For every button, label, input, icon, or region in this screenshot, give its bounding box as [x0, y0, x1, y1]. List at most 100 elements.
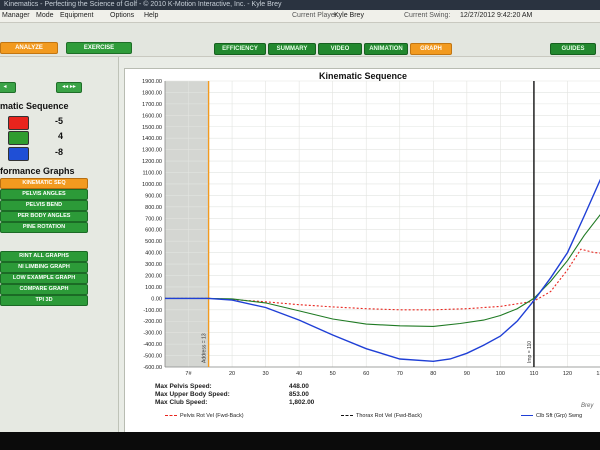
example-graph-button[interactable]: LOW EXAMPLE GRAPH: [0, 273, 88, 284]
y-tick-label: -500.00: [143, 354, 162, 360]
y-tick-label: -300.00: [143, 331, 162, 337]
y-tick-label: 300.00: [145, 262, 162, 268]
stat-value: 1,802.00: [289, 399, 315, 406]
current-player-label: Current Player:: [292, 12, 340, 19]
print-all-graphs-button[interactable]: RINT ALL GRAPHS: [0, 251, 88, 262]
club-sequence-value: -8: [55, 147, 64, 157]
chart-legend: Pelvis Rot Vel (Fwd-Back) Thorax Rot Vel…: [165, 413, 600, 423]
current-player-value: Kyle Brey: [334, 12, 364, 19]
tab-animation[interactable]: ANIMATION: [364, 43, 408, 55]
event-marker-label: Imp = 110: [527, 341, 533, 363]
app-screen: Kinematics - Perfecting the Science of G…: [0, 0, 600, 432]
x-tick-label: 20: [229, 371, 235, 377]
y-tick-label: -100.00: [143, 308, 162, 314]
y-tick-label: 400.00: [145, 251, 162, 257]
x-tick-label: 50: [330, 371, 336, 377]
event-marker-label: Address = 13: [202, 333, 208, 363]
player-name-footer: Brey: [581, 403, 594, 409]
thorax-color-swatch: [8, 131, 29, 145]
y-tick-label: -600.00: [143, 365, 162, 371]
tab-summary[interactable]: SUMMARY: [268, 43, 316, 55]
pelvis-sequence-value: -5: [55, 116, 64, 126]
y-tick-label: 700.00: [145, 216, 162, 222]
skip-arrows-icon[interactable]: ◂◂ ▸▸: [56, 82, 82, 93]
exercise-button[interactable]: EXERCISE: [66, 42, 132, 54]
kinematic-seq-button[interactable]: KINEMATIC SEQ: [0, 178, 88, 189]
monitor-bezel: [0, 432, 600, 450]
analyze-button[interactable]: ANALYZE: [0, 42, 58, 54]
x-tick-label: 110: [530, 371, 539, 377]
menu-mode[interactable]: Mode: [36, 10, 54, 22]
series-line-2: [165, 214, 600, 327]
stat-label: Max Pelvis Speed:: [155, 383, 212, 390]
y-tick-label: 1800.00: [142, 90, 162, 96]
menu-help[interactable]: Help: [144, 10, 158, 22]
legend-line-icon: [165, 415, 177, 417]
y-tick-label: 1600.00: [142, 113, 162, 119]
spine-rotation-button[interactable]: PINE ROTATION: [0, 222, 88, 233]
compare-graph-button[interactable]: COMPARE GRAPH: [0, 284, 88, 295]
window-title: Kinematics - Perfecting the Science of G…: [4, 1, 282, 8]
legend-label: Thorax Rot Vel (Fwd-Back): [356, 413, 423, 419]
y-tick-label: 900.00: [145, 193, 162, 199]
legend-line-icon: [341, 415, 353, 417]
legend-label: Pelvis Rot Vel (Fwd-Back): [180, 413, 244, 419]
y-tick-label: 1300.00: [142, 148, 162, 154]
x-tick-label: 40: [296, 371, 302, 377]
stat-value: 448.00: [289, 383, 309, 390]
title-bar: Kinematics - Perfecting the Science of G…: [0, 0, 600, 10]
tab-graph[interactable]: GRAPH: [410, 43, 452, 55]
y-tick-label: 200.00: [145, 273, 162, 279]
sidebar: ◂ ◂◂ ▸▸ matic Sequence -5 4 -8 formance …: [0, 57, 119, 432]
y-tick-label: 500.00: [145, 239, 162, 245]
y-tick-label: -200.00: [143, 319, 162, 325]
y-tick-label: -400.00: [143, 342, 162, 348]
stat-label: Max Club Speed:: [155, 399, 208, 406]
x-tick-label: 120: [563, 371, 572, 377]
current-swing-label: Current Swing:: [404, 12, 451, 19]
legend-item-pelvis: Pelvis Rot Vel (Fwd-Back): [165, 413, 244, 419]
performance-graphs-heading: formance Graphs: [0, 166, 75, 176]
y-tick-label: 1200.00: [142, 159, 162, 165]
legend-label: Clb Sft (Grp) Swng: [536, 413, 583, 419]
limbing-graph-button[interactable]: NI LIMBING GRAPH: [0, 262, 88, 273]
tab-video[interactable]: VIDEO: [318, 43, 362, 55]
stat-label: Max Upper Body Speed:: [155, 391, 230, 398]
y-tick-label: 600.00: [145, 228, 162, 234]
pelvis-angles-button[interactable]: PELVIS ANGLES: [0, 189, 88, 200]
y-tick-label: 800.00: [145, 205, 162, 211]
stat-value: 853.00: [289, 391, 309, 398]
legend-line-icon: [521, 415, 533, 417]
x-tick-label: 60: [363, 371, 369, 377]
kinematic-sequence-heading: matic Sequence: [0, 101, 69, 111]
kinematic-sequence-chart: 1900.001800.001700.001600.001500.001400.…: [142, 79, 600, 377]
series-line-1: [165, 248, 600, 311]
chart-title: Kinematic Sequence: [318, 71, 408, 81]
guides-button[interactable]: GUIDES: [550, 43, 596, 55]
thorax-sequence-value: 4: [58, 131, 64, 141]
pelvis-bend-button[interactable]: PELVIS BEND: [0, 200, 88, 211]
menu-equipment[interactable]: Equipment: [60, 10, 93, 22]
menu-options[interactable]: Options: [110, 10, 134, 22]
toolbar: ANALYZE EXERCISE EFFICIENCY SUMMARY VIDE…: [0, 23, 600, 57]
current-swing-value: 12/27/2012 9:42:20 AM: [460, 12, 533, 19]
y-tick-label: 1000.00: [142, 182, 162, 188]
x-tick-label: 7#: [185, 371, 192, 377]
upper-body-angles-button[interactable]: PER BODY ANGLES: [0, 211, 88, 222]
x-tick-label: 30: [263, 371, 269, 377]
previous-arrow-icon[interactable]: ◂: [0, 82, 16, 93]
x-tick-label: 80: [430, 371, 436, 377]
y-tick-label: 0.00: [151, 296, 162, 302]
x-tick-label: 100: [496, 371, 505, 377]
x-tick-label: 70: [397, 371, 403, 377]
legend-item-club: Clb Sft (Grp) Swng: [521, 413, 582, 419]
tab-efficiency[interactable]: EFFICIENCY: [214, 43, 266, 55]
pelvis-color-swatch: [8, 116, 29, 130]
legend-item-thorax: Thorax Rot Vel (Fwd-Back): [341, 413, 422, 419]
y-tick-label: 1100.00: [143, 171, 162, 177]
club-color-swatch: [8, 147, 29, 161]
tpi-3d-button[interactable]: TPI 3D: [0, 295, 88, 306]
menu-manager[interactable]: Manager: [2, 10, 30, 22]
chart-panel: 1900.00 1800.00 1700.00 1600.00 1500.00 1400.…: [124, 68, 600, 432]
y-tick-label: 1400.00: [142, 136, 162, 142]
